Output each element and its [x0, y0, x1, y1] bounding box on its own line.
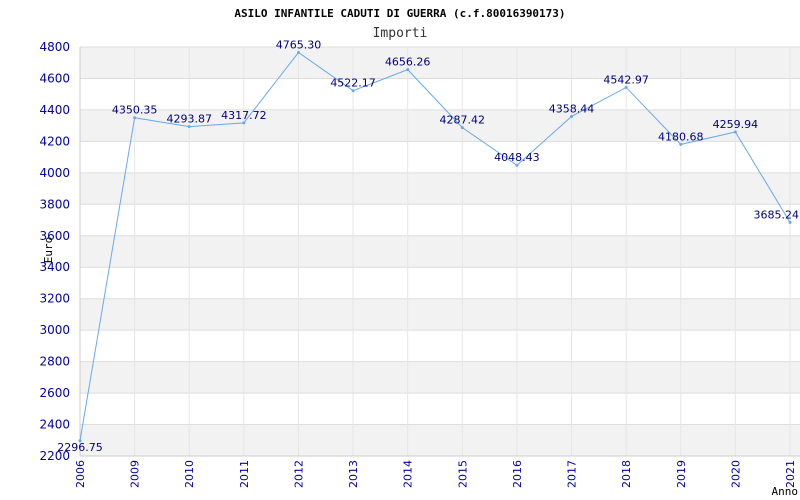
x-tick-label: 2015 — [456, 460, 469, 488]
data-label: 4048.43 — [494, 151, 540, 164]
x-tick-label: 2009 — [129, 460, 142, 488]
y-tick-label: 2400 — [39, 418, 70, 432]
chart-title: ASILO INFANTILE CADUTI DI GUERRA (c.f.80… — [234, 7, 565, 20]
grid-band — [80, 424, 800, 456]
x-tick-label: 2016 — [511, 460, 524, 488]
data-label: 4180.68 — [658, 130, 704, 143]
y-tick-label: 2800 — [39, 355, 70, 369]
y-tick-label: 4200 — [39, 134, 70, 148]
y-tick-label: 3400 — [39, 260, 70, 274]
y-tick-label: 3800 — [39, 197, 70, 211]
data-label: 4317.72 — [221, 109, 267, 122]
x-tick-label: 2018 — [620, 460, 633, 488]
x-tick-labels: 2006 2009 2010 2011 2012 2013 2014 2015 2016 2017… — [74, 460, 797, 488]
x-tick-label: 2017 — [566, 460, 579, 488]
data-label: 4287.42 — [440, 114, 486, 127]
grid-band — [80, 361, 800, 394]
y-tick-label: 4000 — [39, 166, 70, 180]
x-tick-label: 2011 — [238, 460, 251, 488]
y-tick-label: 4400 — [39, 103, 70, 117]
data-label: 4522.17 — [330, 77, 376, 90]
data-label: 2296.75 — [57, 441, 103, 454]
grid-band — [80, 235, 800, 268]
x-tick-label: 2010 — [183, 460, 196, 488]
x-tick-label: 2014 — [402, 460, 415, 488]
y-tick-label: 3600 — [39, 229, 70, 243]
x-tick-label: 2021 — [784, 460, 797, 488]
y-tick-label: 3200 — [39, 292, 70, 306]
y-tick-label: 2600 — [39, 386, 70, 400]
data-label: 4259.94 — [713, 118, 759, 131]
grid-band — [80, 172, 800, 205]
x-tick-label: 2006 — [74, 460, 87, 488]
x-tick-label: 2012 — [292, 460, 305, 488]
x-tick-label: 2013 — [347, 460, 360, 488]
data-label: 4350.35 — [112, 104, 158, 117]
data-label: 4765.30 — [276, 38, 322, 51]
line-chart: ASILO INFANTILE CADUTI DI GUERRA (c.f.80… — [39, 7, 800, 498]
data-label: 3685.24 — [754, 208, 800, 221]
data-label: 4293.87 — [166, 113, 212, 126]
data-label: 4542.97 — [603, 73, 649, 86]
x-tick-label: 2020 — [729, 460, 742, 488]
y-tick-label: 4800 — [39, 40, 70, 54]
grid-band — [80, 298, 800, 331]
background-bands — [80, 47, 800, 456]
grid-band — [80, 47, 800, 79]
chart-subtitle: Importi — [373, 26, 428, 41]
y-tick-label: 4600 — [39, 71, 70, 85]
data-label: 4358.44 — [549, 102, 595, 115]
y-tick-label: 3000 — [39, 323, 70, 337]
data-label: 4656.26 — [385, 56, 431, 69]
x-tick-label: 2019 — [675, 460, 688, 488]
